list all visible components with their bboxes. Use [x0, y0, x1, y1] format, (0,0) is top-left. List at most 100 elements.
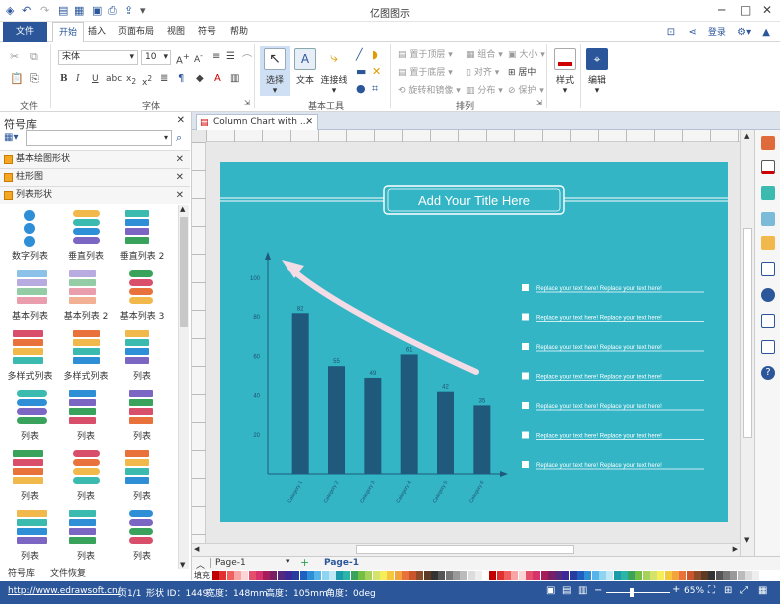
palette-swatch[interactable] [482, 571, 490, 580]
chart-title[interactable]: Add Your Title Here [418, 193, 530, 208]
palette-swatch[interactable] [299, 571, 307, 580]
strikethrough-icon[interactable]: abc [106, 74, 122, 84]
palette-swatch[interactable] [431, 571, 438, 580]
format-painter-icon[interactable]: ⎘ [30, 72, 39, 86]
palette-swatch[interactable] [401, 571, 409, 580]
palette-swatch[interactable] [474, 571, 482, 580]
palette-swatch[interactable] [416, 571, 424, 580]
present-icon[interactable]: ⊡ [667, 27, 675, 38]
zoom-out-icon[interactable]: − [594, 585, 602, 596]
palette-swatch[interactable] [737, 571, 745, 580]
palette-swatch[interactable] [358, 571, 365, 580]
palette-swatch[interactable] [657, 571, 665, 580]
palette-swatch[interactable] [518, 571, 526, 580]
library-menu-icon[interactable]: ▦▾ [4, 132, 18, 143]
palette-swatch[interactable] [292, 571, 300, 580]
palette-swatch[interactable] [445, 571, 453, 580]
size-button[interactable]: ▣ 大小 ▾ [508, 47, 545, 60]
subscript-icon[interactable]: x2 [126, 74, 136, 86]
ribbon-collapse-icon[interactable]: ▲ [762, 27, 770, 38]
tab-file-recovery[interactable]: 文件恢复 [50, 566, 86, 579]
scroll-down-icon[interactable]: ▼ [180, 561, 185, 569]
palette-swatch[interactable] [752, 571, 760, 580]
palette-swatch[interactable] [328, 571, 336, 580]
library-scrollbar[interactable]: ▲ ▼ [178, 205, 189, 569]
palette-swatch[interactable] [394, 571, 402, 580]
line-spacing-icon[interactable]: ≡ [212, 51, 220, 62]
zoom-level[interactable]: 65% [684, 586, 704, 596]
library-shape-item[interactable]: 列表 [4, 386, 56, 446]
scroll-left-icon[interactable]: ◀ [194, 545, 199, 553]
library-shape-item[interactable]: 列表 [60, 386, 112, 446]
send-to-back-button[interactable]: ▤ 置于底层 ▾ [398, 65, 453, 78]
palette-swatch[interactable] [226, 571, 234, 580]
palette-swatch[interactable] [248, 571, 256, 580]
palette-swatch[interactable] [620, 571, 628, 580]
underline-icon[interactable]: U [92, 74, 99, 84]
scroll-right-icon[interactable]: ▶ [733, 545, 738, 553]
palette-swatch[interactable] [438, 571, 446, 580]
library-shape-item[interactable]: 列表 [60, 506, 112, 566]
palette-swatch[interactable] [744, 571, 752, 580]
library-shape-item[interactable]: 列表 [116, 326, 168, 386]
font-grow-icon[interactable]: A+ [176, 51, 190, 66]
close-tab-icon[interactable]: ✕ [305, 115, 313, 129]
close-category-icon[interactable]: ✕ [176, 169, 184, 186]
align-text-icon[interactable]: ≣ [160, 73, 168, 84]
settings-gear-icon[interactable]: ⚙▾ [737, 27, 751, 38]
bullet-list-icon[interactable]: ☰ [226, 51, 235, 62]
library-shape-item[interactable]: 列表 [116, 506, 168, 566]
view-mode-icon[interactable]: ▣ [546, 585, 555, 596]
presentation-icon[interactable]: ▦ [758, 585, 767, 596]
drawing-page[interactable]: Add Your Title Here 20 40 60 80 100 82 Catego… [220, 162, 728, 522]
palette-swatch[interactable] [598, 571, 606, 580]
add-page-icon[interactable]: + [300, 556, 309, 569]
palette-swatch[interactable] [577, 571, 584, 580]
palette-swatch[interactable] [314, 571, 322, 580]
palette-swatch[interactable] [350, 571, 358, 580]
trend-arrow[interactable] [287, 265, 479, 375]
palette-swatch[interactable] [555, 571, 563, 580]
fit-width-icon[interactable]: ▥ [578, 585, 587, 596]
palette-swatch[interactable] [723, 571, 730, 580]
palette-swatch[interactable] [562, 571, 570, 580]
select-tool-button[interactable]: ↖ 选择 ▾ [260, 46, 290, 96]
image-icon[interactable] [761, 212, 775, 226]
zoom-slider[interactable] [606, 592, 670, 593]
canvas-horizontal-scrollbar[interactable]: ◀ ▶ [192, 543, 740, 556]
palette-swatch[interactable] [613, 571, 621, 580]
palette-swatch[interactable] [306, 571, 314, 580]
minimize-icon[interactable]: ─ [718, 3, 725, 17]
palette-swatch[interactable] [715, 571, 723, 580]
rectangle-tool-icon[interactable]: ▬ [356, 65, 366, 78]
canvas-vertical-scrollbar[interactable]: ▲ ▼ [740, 130, 754, 558]
line-tool-icon[interactable]: ╱ [356, 48, 363, 61]
copy-icon[interactable]: ⧉ [30, 50, 38, 64]
font-size-select[interactable]: 10 ▾ [141, 50, 171, 65]
line-style-icon[interactable] [761, 160, 775, 174]
fullscreen-icon[interactable]: ⤢ [740, 585, 748, 596]
palette-swatch[interactable] [708, 571, 716, 580]
style-button[interactable]: 样式 ▾ [550, 46, 580, 96]
palette-swatch[interactable] [233, 571, 241, 580]
library-scroll-thumb[interactable] [180, 217, 188, 327]
palette-swatch[interactable] [759, 571, 767, 580]
palette-swatch[interactable] [336, 571, 344, 580]
palette-swatch[interactable] [547, 571, 555, 580]
palette-swatch[interactable] [650, 571, 657, 580]
edit-button[interactable]: ⌖ 编辑 ▾ [582, 46, 612, 96]
palette-swatch[interactable] [409, 571, 417, 580]
paragraph-icon[interactable]: ¶ [178, 73, 184, 84]
library-shape-item[interactable]: 列表 [116, 386, 168, 446]
palette-swatch[interactable] [584, 571, 592, 580]
crop-tool-icon[interactable]: ⌗ [372, 82, 378, 96]
library-shape-item[interactable]: 列表 [116, 446, 168, 506]
cross-tool-icon[interactable]: ✕ [372, 65, 381, 78]
paste-icon[interactable]: 📋 [10, 72, 24, 85]
italic-icon[interactable]: I [76, 74, 80, 84]
scroll-down-icon[interactable]: ▼ [744, 536, 749, 544]
tab-insert[interactable]: 插入 [88, 22, 106, 42]
tab-view[interactable]: 视图 [167, 22, 185, 42]
palette-swatch[interactable] [489, 571, 497, 580]
search-icon[interactable]: ⌕ [176, 131, 182, 145]
